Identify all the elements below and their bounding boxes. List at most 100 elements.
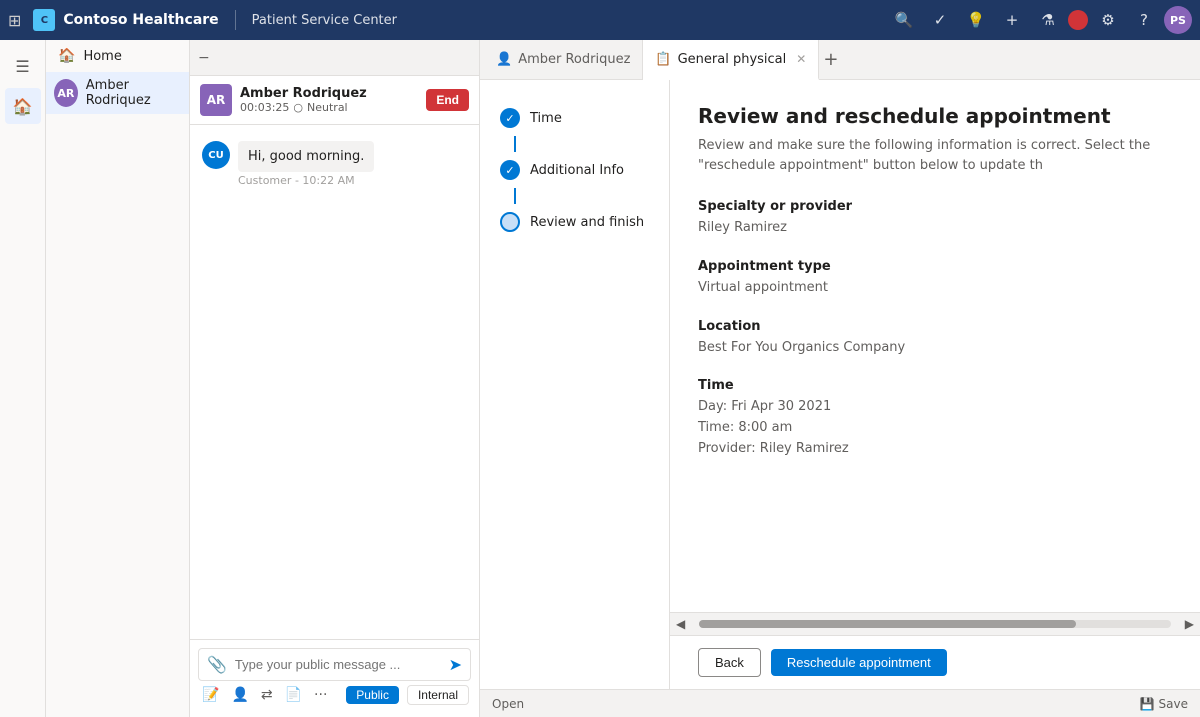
step-circle-review [500,212,520,232]
chat-message-avatar: CU [202,141,230,169]
sidebar: ☰ 🏠 [0,40,46,717]
wizard-step-review[interactable]: Review and finish [496,204,653,240]
step-label-review: Review and finish [530,215,644,230]
step-connector-2 [514,188,516,204]
tab-close-icon[interactable]: ✕ [796,52,806,66]
sidebar-menu-icon[interactable]: ☰ [5,48,41,84]
horizontal-scrollbar[interactable]: ◀ ▶ [670,612,1200,635]
tab-amber-label: Amber Rodriquez [518,52,630,67]
scroll-right-arrow[interactable]: ▶ [1179,617,1200,631]
template-icon[interactable]: 📄 [283,685,304,705]
help-icon[interactable]: ? [1128,4,1160,36]
tab-general-physical[interactable]: 📋 General physical ✕ [643,40,819,80]
filter-icon[interactable]: ⚗ [1032,4,1064,36]
wizard-step-additional[interactable]: ✓ Additional Info [496,152,653,188]
person-icon[interactable]: 👤 [229,685,250,705]
scroll-left-arrow[interactable]: ◀ [670,617,691,631]
sidebar-home-icon[interactable]: 🏠 [5,88,41,124]
caller-avatar: AR [200,84,232,116]
nav-subtitle: Patient Service Center [252,13,397,28]
review-field-time: Time Day: Fri Apr 30 2021 Time: 8:00 am … [698,378,1172,459]
brand-title: Contoso Healthcare [63,12,218,28]
send-icon[interactable]: ➤ [449,655,462,674]
wizard-step-time[interactable]: ✓ Time [496,100,653,136]
caller-info: Amber Rodriquez 00:03:25 ○ Neutral [240,86,418,114]
chat-area: CU Hi, good morning. Customer - 10:22 AM [190,125,479,639]
brand-logo: C [33,9,55,31]
wizard-navigation: ✓ Time ✓ Additional Info Review and fini… [480,80,670,689]
notification-badge[interactable] [1068,10,1088,30]
tab-amber-icon: 👤 [496,52,512,67]
save-button[interactable]: 💾 Save [1140,697,1188,711]
back-button[interactable]: Back [698,648,761,677]
scroll-track[interactable] [699,620,1171,628]
scroll-thumb[interactable] [699,620,1076,628]
review-field-specialty: Specialty or provider Riley Ramirez [698,199,1172,239]
user-avatar-small: AR [54,79,78,107]
top-navigation: ⊞ C Contoso Healthcare Patient Service C… [0,0,1200,40]
reschedule-button[interactable]: Reschedule appointment [771,649,947,676]
attach-icon[interactable]: 📎 [207,655,227,674]
home-label: Home [83,49,121,64]
tabs-bar: 👤 Amber Rodriquez 📋 General physical ✕ + [480,40,1200,80]
left-panel: 🏠 Home AR Amber Rodriquez [46,40,190,717]
tab-add-button[interactable]: + [823,49,838,70]
step-circle-time: ✓ [500,108,520,128]
step-circle-additional: ✓ [500,160,520,180]
user-list-item[interactable]: AR Amber Rodriquez [46,72,189,114]
tab-gp-icon: 📋 [655,52,671,67]
time-hour: Time: 8:00 am [698,418,1172,439]
appt-type-label: Appointment type [698,259,1172,274]
time-label: Time [698,378,1172,393]
plus-icon[interactable]: + [996,4,1028,36]
time-provider: Provider: Riley Ramirez [698,439,1172,460]
chat-input[interactable] [235,657,441,672]
caller-status: 00:03:25 ○ Neutral [240,101,418,114]
grid-icon[interactable]: ⊞ [8,11,21,30]
action-bar: Back Reschedule appointment [670,635,1200,689]
chat-sender: Customer [238,174,291,187]
chat-toolbar: 📝 👤 ⇄ 📄 ··· Public Internal [198,681,471,709]
more-icon[interactable]: ··· [312,685,329,705]
user-display-name: Amber Rodriquez [86,78,181,108]
note-icon[interactable]: 📝 [200,685,221,705]
main-content: ✓ Time ✓ Additional Info Review and fini… [480,80,1200,689]
caller-name: Amber Rodriquez [240,86,418,101]
step-label-additional: Additional Info [530,163,624,178]
save-label: Save [1159,697,1188,711]
review-field-appointment-type: Appointment type Virtual appointment [698,259,1172,299]
home-icon: 🏠 [58,48,75,64]
chat-input-row: 📎 ➤ [198,648,471,681]
location-value: Best For You Organics Company [698,338,1172,359]
home-nav-item[interactable]: 🏠 Home [46,40,189,72]
search-icon[interactable]: 🔍 [888,4,920,36]
sentiment-icon: ○ [293,101,303,114]
chat-input-area: 📎 ➤ 📝 👤 ⇄ 📄 ··· Public Internal [190,639,479,717]
internal-button[interactable]: Internal [407,685,469,705]
nav-icons: 🔍 ✓ 💡 + ⚗ ⚙ ? PS [888,4,1192,36]
open-status: Open [492,697,524,711]
review-panel: Review and reschedule appointment Review… [670,80,1200,689]
user-avatar[interactable]: PS [1164,6,1192,34]
specialty-value: Riley Ramirez [698,218,1172,239]
public-button[interactable]: Public [346,686,399,704]
review-field-location: Location Best For You Organics Company [698,319,1172,359]
end-call-button[interactable]: End [426,89,469,111]
checkmark-icon[interactable]: ✓ [924,4,956,36]
tab-amber[interactable]: 👤 Amber Rodriquez [484,40,643,80]
review-title: Review and reschedule appointment [698,104,1172,128]
agent-panel: − AR Amber Rodriquez 00:03:25 ○ Neutral … [190,40,480,717]
appt-type-value: Virtual appointment [698,278,1172,299]
settings-icon[interactable]: ⚙ [1092,4,1124,36]
review-content: Review and reschedule appointment Review… [670,80,1200,612]
active-call-bar: AR Amber Rodriquez 00:03:25 ○ Neutral En… [190,76,479,125]
content-area: 👤 Amber Rodriquez 📋 General physical ✕ +… [480,40,1200,717]
call-timer: 00:03:25 [240,101,289,114]
save-icon: 💾 [1140,697,1155,711]
step-connector-1 [514,136,516,152]
time-day: Day: Fri Apr 30 2021 [698,397,1172,418]
bulb-icon[interactable]: 💡 [960,4,992,36]
location-label: Location [698,319,1172,334]
transfer-icon[interactable]: ⇄ [259,685,275,705]
minimize-icon[interactable]: − [198,50,210,66]
